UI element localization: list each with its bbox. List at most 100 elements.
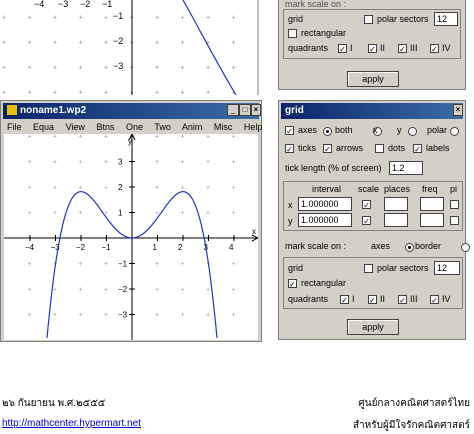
footer-org-line2: สำหรับผู้มีใจรักคณิตศาสตร์: [352, 420, 470, 431]
dots-checkbox[interactable]: [375, 144, 384, 153]
ticks-checkbox[interactable]: ✓: [285, 144, 294, 154]
minimize-button[interactable]: _: [227, 104, 239, 116]
mark-border-radio[interactable]: [460, 243, 470, 253]
close-button[interactable]: ×: [251, 104, 261, 116]
maximize-button[interactable]: □: [239, 104, 251, 116]
grid-plus-mark: +: [155, 287, 159, 294]
menu-btns[interactable]: Btns: [96, 122, 114, 132]
menu-one[interactable]: One: [126, 122, 143, 132]
top-quadrant-i-checkbox[interactable]: ✓: [338, 44, 347, 54]
graph-plot-area[interactable]: + + + + + + + + + + + + + + + + + + + + + + + + + + + + + + + + + + + + + + + +…: [4, 134, 258, 340]
top-quadrant-iv-label: IV: [442, 43, 451, 53]
top-grid-plus-mark: +: [104, 15, 108, 22]
header-freq: freq: [422, 184, 438, 194]
top-grid-plus-mark: +: [232, 65, 236, 72]
top-rectangular-checkbox[interactable]: [288, 29, 297, 38]
rectangular-checkbox[interactable]: ✓: [288, 279, 297, 289]
top-grid-plus-mark: +: [28, 65, 32, 72]
apply-button[interactable]: apply: [347, 319, 399, 335]
menu-file[interactable]: File: [7, 122, 22, 132]
grid-plus-mark: +: [28, 134, 32, 141]
quadrant-ii-checkbox[interactable]: ✓: [368, 295, 377, 305]
top-x-label: −3: [58, 0, 68, 9]
polar-sectors-input[interactable]: 12: [434, 261, 460, 275]
top-grid-plus-mark: +: [181, 65, 185, 72]
grid-dialog-close-button[interactable]: ×: [453, 104, 463, 116]
grid-plus-mark: +: [104, 159, 108, 166]
row-x-label: x: [288, 200, 293, 210]
y-scale-checkbox[interactable]: ✓: [362, 216, 371, 226]
menu-equa[interactable]: Equa: [33, 122, 54, 132]
footer-url-link[interactable]: http://mathcenter.hypermart.net: [2, 418, 141, 429]
interval-group: interval scale places freq pi x 1.000000…: [283, 181, 463, 231]
footer-org-line1: ศูนย์กลางคณิตศาสตร์ไทย: [358, 398, 470, 409]
grid-plus-mark: +: [232, 159, 236, 166]
labels-checkbox[interactable]: ✓: [413, 144, 422, 154]
grid-plus-mark: +: [79, 210, 83, 217]
both-radio[interactable]: [323, 127, 332, 137]
top-quadrant-ii-checkbox[interactable]: ✓: [368, 44, 377, 54]
top-grid-plus-mark: +: [155, 65, 159, 72]
mark-scale-label: mark scale on :: [285, 241, 347, 251]
x-axis-label: x: [252, 227, 256, 236]
graph-window-title: noname1.wp2: [20, 105, 87, 116]
quadrant-iii-checkbox[interactable]: ✓: [398, 295, 407, 305]
x-freq-input[interactable]: [420, 197, 444, 211]
y-places-input[interactable]: [384, 213, 408, 227]
grid-plus-mark: +: [79, 134, 83, 141]
top-grid-plus-mark: +: [181, 15, 185, 22]
top-polar-sectors-checkbox[interactable]: [364, 15, 373, 24]
x-scale-checkbox[interactable]: ✓: [362, 200, 371, 210]
menu-help[interactable]: Help: [244, 122, 263, 132]
arrows-checkbox[interactable]: ✓: [323, 144, 332, 154]
grid-plus-mark: +: [206, 134, 210, 141]
tick-length-label: tick length (% of screen): [285, 163, 382, 173]
top-quadrant-iv-checkbox[interactable]: ✓: [430, 44, 439, 54]
mark-axes-radio[interactable]: [405, 243, 415, 253]
top-grid-panel: mark scale on : grid polar sectors 12 re…: [278, 0, 466, 90]
y-freq-input[interactable]: [420, 213, 444, 227]
polar-sectors-checkbox[interactable]: [364, 264, 373, 273]
top-polar-sectors-input[interactable]: 12: [434, 12, 458, 26]
top-grid-plus-mark: +: [28, 40, 32, 47]
top-grid-plus-mark: +: [53, 65, 57, 72]
menu-anim[interactable]: Anim: [182, 122, 203, 132]
axes-checkbox[interactable]: ✓: [285, 126, 294, 136]
grid-dialog: grid × ✓ axes both x y polar ✓ ticks ✓ a…: [278, 100, 470, 340]
y-interval-input[interactable]: 1.000000: [298, 213, 352, 227]
arrows-label: arrows: [336, 143, 364, 153]
x-pi-checkbox[interactable]: [450, 200, 459, 209]
menu-misc[interactable]: Misc: [214, 122, 233, 132]
top-apply-button[interactable]: apply: [347, 71, 399, 87]
x-interval-input[interactable]: 1.000000: [298, 197, 352, 211]
top-rectangular-label: rectangular: [301, 28, 347, 38]
grid-plus-mark: +: [155, 185, 159, 192]
quadrant-iv-checkbox[interactable]: ✓: [430, 295, 439, 305]
quadrant-iv-label: IV: [442, 294, 451, 304]
x-places-input[interactable]: [384, 197, 408, 211]
y-axis-label: y: [128, 137, 132, 146]
top-grid-plus-mark: +: [28, 15, 32, 22]
top-grid-group: grid polar sectors 12 rectangular quadra…: [283, 9, 461, 59]
top-graph-canvas: ++++++++++++++++++++++++++++++++++++++++…: [0, 0, 262, 95]
top-quadrant-iii-checkbox[interactable]: ✓: [398, 44, 407, 54]
top-grid-plus-mark: +: [181, 40, 185, 47]
menu-view[interactable]: View: [66, 122, 85, 132]
y-tick-label: 3: [118, 158, 123, 167]
grid-plus-mark: +: [155, 159, 159, 166]
header-interval: interval: [312, 184, 342, 194]
top-grid-plus-mark: +: [232, 15, 236, 22]
grid-plus-mark: +: [232, 134, 236, 141]
y-pi-checkbox[interactable]: [450, 216, 459, 225]
menu-two[interactable]: Two: [154, 122, 171, 132]
grid-dialog-title: grid: [285, 105, 304, 116]
y-radio[interactable]: [408, 127, 418, 137]
axes-label: axes: [298, 125, 318, 135]
graph-window-titlebar[interactable]: noname1.wp2: [3, 103, 259, 119]
polar-radio[interactable]: [449, 127, 459, 137]
tick-length-input[interactable]: 1.2: [389, 161, 423, 175]
grid-plus-mark: +: [53, 210, 57, 217]
quadrant-i-checkbox[interactable]: ✓: [340, 295, 349, 305]
grid-plus-mark: +: [181, 134, 185, 141]
grid-dialog-titlebar[interactable]: grid: [281, 103, 463, 119]
